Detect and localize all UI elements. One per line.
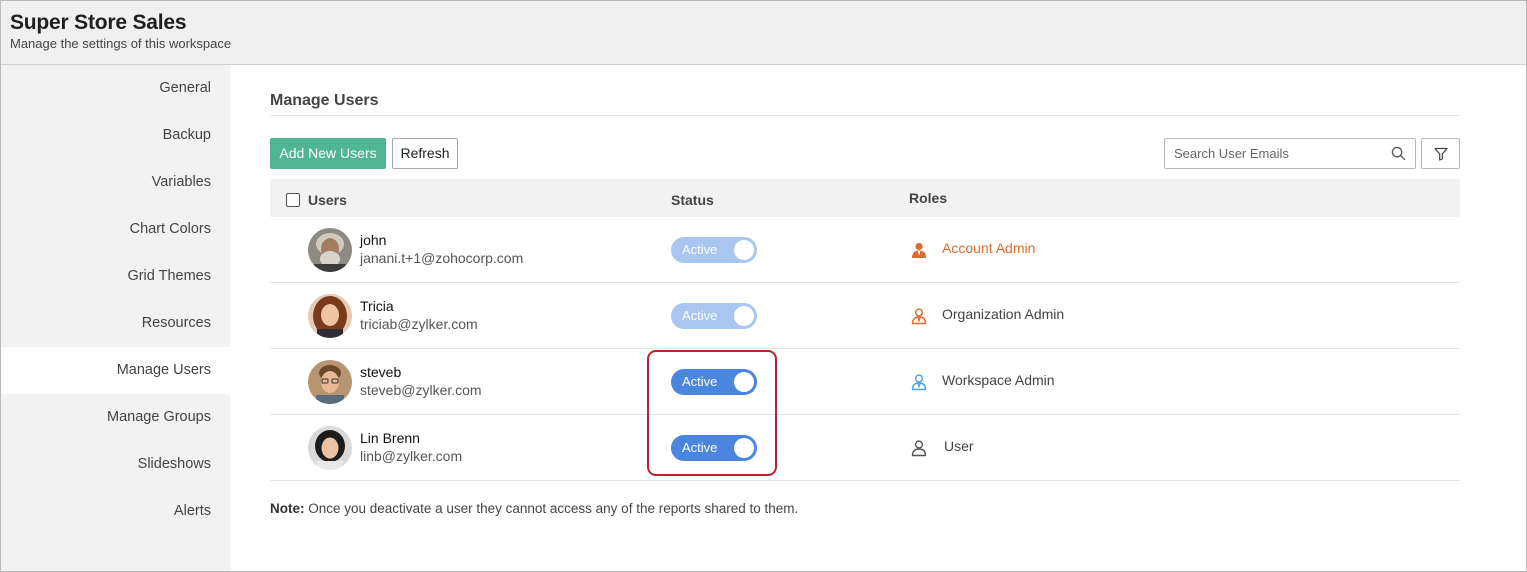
- role-label: Account Admin: [942, 240, 1036, 256]
- avatar: [308, 426, 352, 470]
- workspace-settings-window: Super Store Sales Manage the settings of…: [0, 0, 1527, 572]
- table-row[interactable]: Lin Brenn linb@zylker.com Active User: [270, 415, 1460, 481]
- select-all-checkbox[interactable]: [286, 193, 300, 207]
- user-name: Tricia: [360, 298, 394, 314]
- column-header-status: Status: [671, 192, 714, 208]
- users-table-header: Users Status Roles: [270, 179, 1460, 217]
- account-admin-icon: [912, 242, 926, 258]
- manage-users-panel: Manage Users Add New Users Refresh Users…: [230, 65, 1526, 571]
- section-title: Manage Users: [270, 92, 379, 109]
- filter-icon: [1434, 147, 1448, 161]
- column-header-users: Users: [308, 192, 347, 208]
- toggle-knob: [734, 306, 754, 326]
- sidebar-item-variables[interactable]: Variables: [1, 159, 230, 206]
- user-email: janani.t+1@zohocorp.com: [360, 250, 524, 266]
- add-new-users-button[interactable]: Add New Users: [270, 138, 386, 169]
- toggle-knob: [734, 240, 754, 260]
- section-divider: [270, 115, 1460, 116]
- user-icon: [911, 440, 927, 457]
- status-toggle[interactable]: Active: [671, 303, 757, 329]
- filter-button[interactable]: [1421, 138, 1460, 169]
- workspace-subtitle: Manage the settings of this workspace: [10, 36, 232, 51]
- workspace-title: Super Store Sales: [10, 11, 187, 34]
- user-name: john: [360, 232, 387, 248]
- search-box: [1164, 138, 1416, 169]
- sidebar-item-slideshows[interactable]: Slideshows: [1, 441, 230, 488]
- avatar: [308, 360, 352, 404]
- sidebar-item-chart-colors[interactable]: Chart Colors: [1, 206, 230, 253]
- sidebar-item-manage-users[interactable]: Manage Users: [1, 347, 230, 394]
- sidebar-item-grid-themes[interactable]: Grid Themes: [1, 253, 230, 300]
- status-label: Active: [682, 242, 718, 257]
- role-label: Workspace Admin: [942, 372, 1055, 388]
- sidebar-item-resources[interactable]: Resources: [1, 300, 230, 347]
- status-label: Active: [682, 308, 718, 323]
- status-toggle[interactable]: Active: [671, 237, 757, 263]
- user-name: Lin Brenn: [360, 430, 420, 446]
- user-name: steveb: [360, 364, 402, 380]
- status-toggle-highlight: [647, 350, 777, 476]
- role-label: Organization Admin: [942, 306, 1065, 322]
- sidebar-item-manage-groups[interactable]: Manage Groups: [1, 394, 230, 441]
- sidebar-item-general[interactable]: General: [1, 65, 230, 112]
- sidebar-item-alerts[interactable]: Alerts: [1, 488, 230, 535]
- user-email: linb@zylker.com: [360, 448, 463, 464]
- organization-admin-icon: [911, 308, 927, 325]
- user-email: triciab@zylker.com: [360, 316, 478, 332]
- table-row[interactable]: Tricia triciab@zylker.com Active Organiz…: [270, 283, 1460, 349]
- note-text: Once you deactivate a user they cannot a…: [304, 501, 799, 516]
- workspace-admin-icon: [911, 374, 927, 391]
- avatar: [308, 294, 352, 338]
- settings-sidebar: General Backup Variables Chart Colors Gr…: [1, 65, 230, 571]
- user-email: steveb@zylker.com: [360, 382, 482, 398]
- table-row[interactable]: steveb steveb@zylker.com Active Workspac…: [270, 349, 1460, 415]
- page-header: Super Store Sales Manage the settings of…: [1, 1, 1526, 65]
- role-label: User: [944, 438, 974, 454]
- note-label: Note:: [270, 501, 305, 516]
- sidebar-item-backup[interactable]: Backup: [1, 112, 230, 159]
- column-header-roles: Roles: [909, 190, 948, 206]
- deactivation-note: Note: Once you deactivate a user they ca…: [270, 501, 798, 516]
- avatar: [308, 228, 352, 272]
- search-user-emails-input[interactable]: [1174, 139, 1384, 168]
- refresh-button[interactable]: Refresh: [392, 138, 458, 169]
- table-row[interactable]: john janani.t+1@zohocorp.com Active Acco…: [270, 217, 1460, 283]
- search-icon[interactable]: [1391, 146, 1406, 161]
